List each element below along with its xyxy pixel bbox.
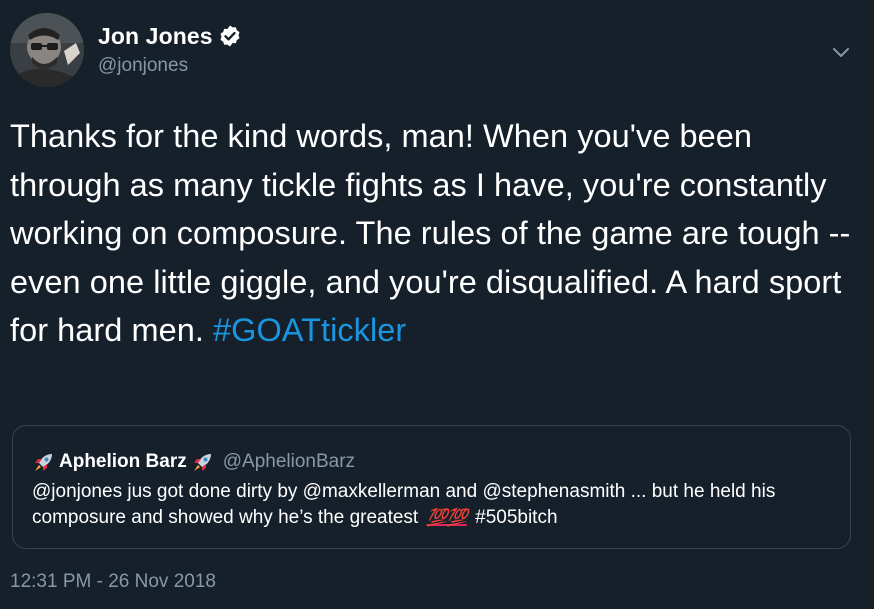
author-display-name[interactable]: Jon Jones bbox=[98, 23, 213, 50]
tweet-timestamp[interactable]: 12:31 PM - 26 Nov 2018 bbox=[10, 571, 216, 593]
avatar-photo-icon bbox=[10, 13, 84, 87]
tweet-text: Thanks for the kind words, man! When you… bbox=[10, 112, 860, 355]
author-info: Jon Jones @jonjones bbox=[98, 19, 242, 77]
tweet-menu-button[interactable] bbox=[830, 41, 852, 63]
hundred-points-emoji: 💯💯 bbox=[426, 508, 468, 527]
quoted-display-name: Aphelion Barz bbox=[59, 451, 187, 472]
author-handle[interactable]: @jonjones bbox=[98, 55, 242, 77]
avatar[interactable] bbox=[10, 13, 84, 87]
quoted-hashtag: #505bitch bbox=[475, 507, 558, 528]
rocket-icon bbox=[32, 450, 56, 474]
tweet-body: Thanks for the kind words, man! When you… bbox=[10, 118, 851, 348]
quoted-handle: @AphelionBarz bbox=[222, 451, 356, 472]
verified-badge-icon bbox=[218, 24, 242, 48]
tweet-card: Jon Jones @jonjones Thanks for the kind … bbox=[0, 0, 874, 609]
quoted-tweet-text: @jonjones jus got done dirty by @maxkell… bbox=[32, 479, 842, 531]
author-name-row: Jon Jones bbox=[98, 19, 242, 53]
quoted-tweet-header: Aphelion Barz @AphelionBarz bbox=[32, 449, 355, 475]
chevron-down-icon bbox=[833, 48, 849, 57]
hashtag-link[interactable]: #GOATtickler bbox=[213, 312, 406, 348]
quoted-tweet[interactable]: Aphelion Barz @AphelionBarz @jonjones ju… bbox=[12, 425, 851, 549]
quoted-text-body: @jonjones jus got done dirty by @maxkell… bbox=[32, 481, 776, 528]
tweet-header: Jon Jones @jonjones bbox=[10, 13, 874, 89]
rocket-icon bbox=[191, 450, 215, 474]
